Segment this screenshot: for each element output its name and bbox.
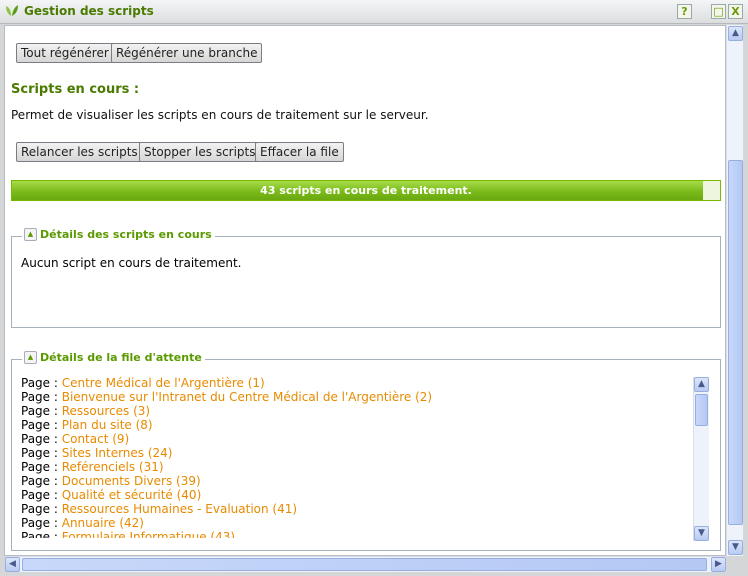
queue-item: Page : Annuaire (42) (21, 516, 691, 530)
restart-scripts-button[interactable]: Relancer les scripts (16, 142, 143, 162)
regen-all-button[interactable]: Tout régénérer (16, 43, 114, 63)
window-title: Gestion des scripts (24, 4, 154, 18)
scripts-details-text: Aucun script en cours de traitement. (21, 256, 242, 270)
queue-item: Page : Bienvenue sur l'Intranet du Centr… (21, 390, 691, 404)
queue-item-link[interactable]: Documents Divers (39) (62, 474, 201, 488)
queue-item: Page : Contact (9) (21, 432, 691, 446)
queue-item-link[interactable]: Formulaire Informatique (43) (62, 530, 235, 538)
queue-item-link[interactable]: Reférenciels (31) (62, 460, 164, 474)
queue-item-prefix: Page : (21, 474, 62, 488)
queue-scroll-thumb[interactable] (695, 394, 708, 426)
regen-branch-button[interactable]: Régénérer une branche (111, 43, 263, 63)
queue-item-link[interactable]: Qualité et sécurité (40) (62, 488, 202, 502)
queue-item-prefix: Page : (21, 432, 62, 446)
queue-item-link[interactable]: Plan du site (8) (62, 418, 153, 432)
scroll-right-icon[interactable]: ▶ (711, 557, 726, 572)
progress-bar: 43 scripts en cours de traitement. (11, 180, 721, 201)
scroll-left-icon[interactable]: ◀ (5, 557, 20, 572)
queue-item-link[interactable]: Bienvenue sur l'Intranet du Centre Médic… (62, 390, 432, 404)
title-bar: Gestion des scripts ? □ X (0, 0, 748, 24)
queue-item-prefix: Page : (21, 516, 62, 530)
queue-item-prefix: Page : (21, 530, 62, 538)
queue-item-link[interactable]: Ressources (3) (62, 404, 150, 418)
queue-item-link[interactable]: Ressources Humaines - Evaluation (41) (62, 502, 297, 516)
queue-scrollbar[interactable]: ▲ ▼ (693, 377, 709, 541)
queue-item-prefix: Page : (21, 460, 62, 474)
queue-item: Page : Qualité et sécurité (40) (21, 488, 691, 502)
horizontal-scroll-thumb[interactable] (22, 558, 707, 571)
queue-item: Page : Centre Médical de l'Argentière (1… (21, 376, 691, 390)
queue-item: Page : Ressources (3) (21, 404, 691, 418)
queue-item: Page : Plan du site (8) (21, 418, 691, 432)
queue-item-prefix: Page : (21, 404, 62, 418)
queue-item-link[interactable]: Centre Médical de l'Argentière (1) (62, 376, 265, 390)
section-title: Scripts en cours : (11, 82, 140, 97)
queue-item: Page : Formulaire Informatique (43) (21, 530, 691, 538)
clear-queue-button[interactable]: Effacer la file (255, 142, 344, 162)
progress-label: 43 scripts en cours de traitement. (260, 184, 472, 197)
queue-item-link[interactable]: Annuaire (42) (62, 516, 144, 530)
scroll-up-icon[interactable]: ▲ (728, 26, 743, 41)
collapse-icon[interactable]: ▲ (24, 228, 37, 241)
main-horizontal-scrollbar[interactable]: ◀ ▶ (5, 556, 726, 572)
scripts-details-fieldset: ▲ Détails des scripts en cours Aucun scri… (11, 228, 721, 328)
queue-item: Page : Sites Internes (24) (21, 446, 691, 460)
queue-item: Page : Reférenciels (31) (21, 460, 691, 474)
queue-item-prefix: Page : (21, 418, 62, 432)
section-description: Permet de visualiser les scripts en cour… (11, 108, 429, 122)
scripts-details-legend: Détails des scripts en cours (40, 228, 212, 241)
queue-item-link[interactable]: Contact (9) (62, 432, 130, 446)
queue-list: Page : Centre Médical de l'Argentière (1… (21, 376, 691, 538)
queue-item: Page : Ressources Humaines - Evaluation … (21, 502, 691, 516)
queue-item-link[interactable]: Sites Internes (24) (62, 446, 173, 460)
collapse-icon[interactable]: ▲ (24, 351, 37, 364)
queue-fieldset: ▲ Détails de la file d'attente Page : Cen… (11, 351, 721, 551)
help-button[interactable]: ? (677, 4, 692, 19)
queue-item-prefix: Page : (21, 376, 62, 390)
queue-item-prefix: Page : (21, 446, 62, 460)
content-panel: Tout régénérer Régénérer une branche Scr… (4, 25, 726, 556)
leaf-logo-icon (6, 5, 18, 16)
queue-legend: Détails de la file d'attente (40, 351, 202, 364)
main-vertical-scrollbar[interactable]: ▲ ▼ (726, 25, 743, 556)
main-scroll-thumb[interactable] (728, 160, 743, 525)
queue-item-prefix: Page : (21, 390, 62, 404)
maximize-button[interactable]: □ (711, 4, 726, 19)
scroll-up-icon[interactable]: ▲ (694, 377, 709, 392)
queue-item-prefix: Page : (21, 488, 62, 502)
queue-item: Page : Documents Divers (39) (21, 474, 691, 488)
close-button[interactable]: X (728, 4, 743, 19)
scroll-down-icon[interactable]: ▼ (694, 526, 709, 541)
scroll-down-icon[interactable]: ▼ (728, 540, 743, 555)
queue-item-prefix: Page : (21, 502, 62, 516)
stop-scripts-button[interactable]: Stopper les scripts (139, 142, 261, 162)
